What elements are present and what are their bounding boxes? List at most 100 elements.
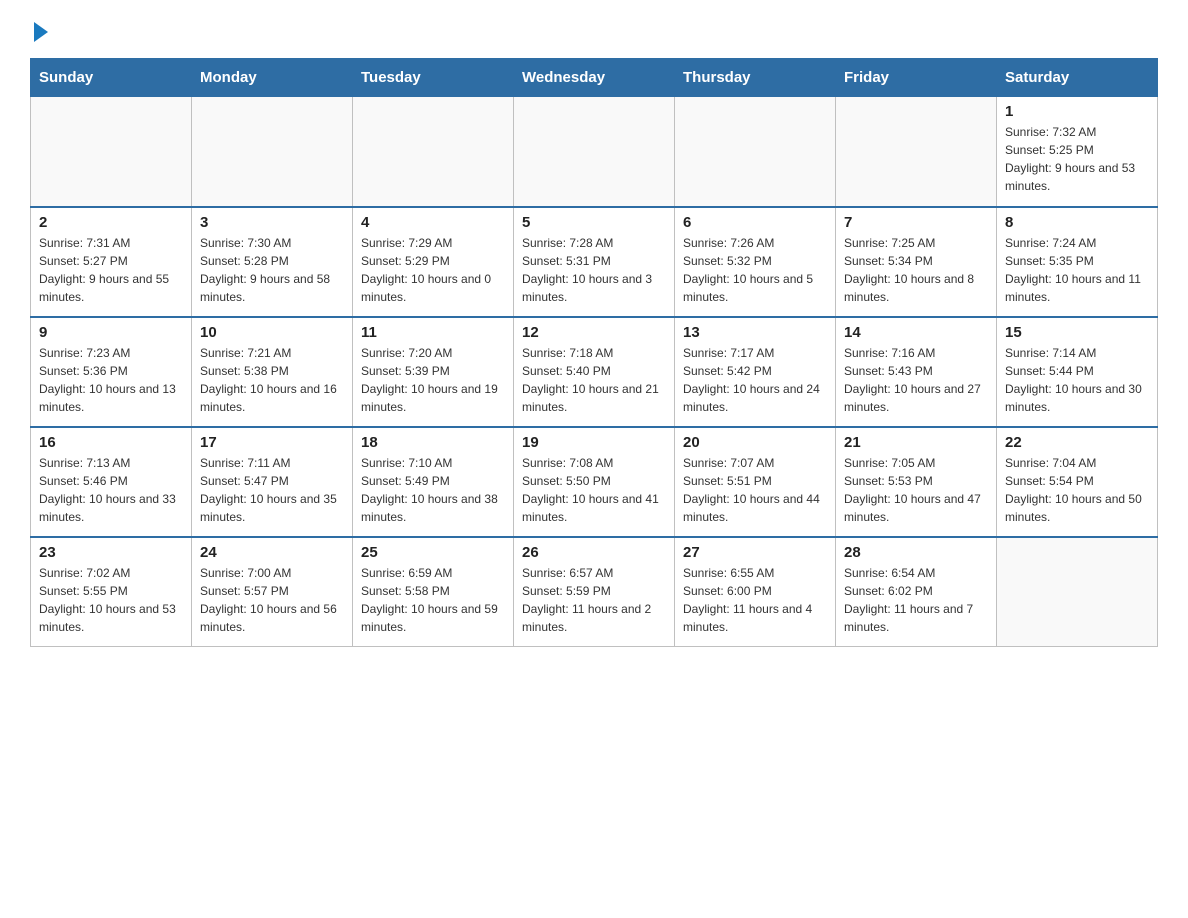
logo <box>30 20 48 40</box>
week-row-2: 2Sunrise: 7:31 AM Sunset: 5:27 PM Daylig… <box>31 207 1158 317</box>
day-number: 23 <box>39 544 183 561</box>
calendar-cell: 24 Sunrise: 7:00 AM Sunset: 5:57 PM Dayli… <box>192 537 353 647</box>
weekday-header-wednesday: Wednesday <box>514 59 675 97</box>
day-info: Sunrise: 7:10 AM Sunset: 5:49 PM Dayligh… <box>361 456 498 524</box>
page-header <box>30 20 1158 40</box>
weekday-header-saturday: Saturday <box>997 59 1158 97</box>
day-number: 18 <box>361 434 505 451</box>
day-info: Sunrise: 7:32 AM Sunset: 5:25 PM Dayligh… <box>1005 125 1135 193</box>
calendar-cell: 3 Sunrise: 7:30 AM Sunset: 5:28 PM Daylig… <box>192 207 353 317</box>
day-number: 11 <box>361 324 505 341</box>
calendar-cell: 27 Sunrise: 6:55 AM Sunset: 6:00 PM Dayli… <box>675 537 836 647</box>
day-info: Sunrise: 7:00 AM Sunset: 5:57 PM Dayligh… <box>200 566 337 634</box>
calendar-cell: 21 Sunrise: 7:05 AM Sunset: 5:53 PM Dayli… <box>836 427 997 537</box>
day-number: 6 <box>683 214 827 231</box>
calendar-cell: 23 Sunrise: 7:02 AM Sunset: 5:55 PM Dayli… <box>31 537 192 647</box>
calendar-cell: 12 Sunrise: 7:18 AM Sunset: 5:40 PM Dayli… <box>514 317 675 427</box>
day-info: Sunrise: 7:20 AM Sunset: 5:39 PM Dayligh… <box>361 346 498 414</box>
week-row-3: 9 Sunrise: 7:23 AM Sunset: 5:36 PM Daylig… <box>31 317 1158 427</box>
calendar-cell: 28 Sunrise: 6:54 AM Sunset: 6:02 PM Dayli… <box>836 537 997 647</box>
day-number: 20 <box>683 434 827 451</box>
calendar-cell <box>836 97 997 207</box>
day-info: Sunrise: 6:54 AM Sunset: 6:02 PM Dayligh… <box>844 566 973 634</box>
day-info: Sunrise: 7:11 AM Sunset: 5:47 PM Dayligh… <box>200 456 337 524</box>
day-info: Sunrise: 7:13 AM Sunset: 5:46 PM Dayligh… <box>39 456 176 524</box>
calendar-cell: 9 Sunrise: 7:23 AM Sunset: 5:36 PM Daylig… <box>31 317 192 427</box>
calendar-cell: 16 Sunrise: 7:13 AM Sunset: 5:46 PM Dayli… <box>31 427 192 537</box>
calendar-cell: 6 Sunrise: 7:26 AM Sunset: 5:32 PM Daylig… <box>675 207 836 317</box>
calendar-cell: 26 Sunrise: 6:57 AM Sunset: 5:59 PM Dayli… <box>514 537 675 647</box>
day-info: Sunrise: 7:24 AM Sunset: 5:35 PM Dayligh… <box>1005 236 1141 304</box>
day-number: 10 <box>200 324 344 341</box>
day-number: 15 <box>1005 324 1149 341</box>
day-info: Sunrise: 7:26 AM Sunset: 5:32 PM Dayligh… <box>683 236 813 304</box>
day-info: Sunrise: 7:21 AM Sunset: 5:38 PM Dayligh… <box>200 346 337 414</box>
day-number: 8 <box>1005 214 1149 231</box>
calendar-cell: 14Sunrise: 7:16 AM Sunset: 5:43 PM Dayli… <box>836 317 997 427</box>
day-info: Sunrise: 6:55 AM Sunset: 6:00 PM Dayligh… <box>683 566 812 634</box>
calendar-cell: 2Sunrise: 7:31 AM Sunset: 5:27 PM Daylig… <box>31 207 192 317</box>
calendar-cell: 22 Sunrise: 7:04 AM Sunset: 5:54 PM Dayli… <box>997 427 1158 537</box>
calendar-cell: 15 Sunrise: 7:14 AM Sunset: 5:44 PM Dayli… <box>997 317 1158 427</box>
day-number: 27 <box>683 544 827 561</box>
day-number: 4 <box>361 214 505 231</box>
weekday-header-sunday: Sunday <box>31 59 192 97</box>
day-info: Sunrise: 7:29 AM Sunset: 5:29 PM Dayligh… <box>361 236 491 304</box>
day-number: 26 <box>522 544 666 561</box>
calendar-cell: 13 Sunrise: 7:17 AM Sunset: 5:42 PM Dayli… <box>675 317 836 427</box>
day-number: 16 <box>39 434 183 451</box>
calendar-cell <box>514 97 675 207</box>
day-number: 5 <box>522 214 666 231</box>
day-info: Sunrise: 7:04 AM Sunset: 5:54 PM Dayligh… <box>1005 456 1142 524</box>
day-number: 19 <box>522 434 666 451</box>
day-number: 28 <box>844 544 988 561</box>
week-row-1: 1 Sunrise: 7:32 AM Sunset: 5:25 PM Daylig… <box>31 97 1158 207</box>
day-number: 1 <box>1005 103 1149 120</box>
week-row-5: 23 Sunrise: 7:02 AM Sunset: 5:55 PM Dayli… <box>31 537 1158 647</box>
day-info: Sunrise: 7:23 AM Sunset: 5:36 PM Dayligh… <box>39 346 176 414</box>
day-number: 7 <box>844 214 988 231</box>
day-number: 13 <box>683 324 827 341</box>
day-info: Sunrise: 7:30 AM Sunset: 5:28 PM Dayligh… <box>200 236 330 304</box>
calendar-cell: 7 Sunrise: 7:25 AM Sunset: 5:34 PM Daylig… <box>836 207 997 317</box>
day-info: Sunrise: 7:14 AM Sunset: 5:44 PM Dayligh… <box>1005 346 1142 414</box>
day-info: Sunrise: 7:02 AM Sunset: 5:55 PM Dayligh… <box>39 566 176 634</box>
day-info: Sunrise: 7:17 AM Sunset: 5:42 PM Dayligh… <box>683 346 820 414</box>
day-info: Sunrise: 7:05 AM Sunset: 5:53 PM Dayligh… <box>844 456 981 524</box>
day-number: 9 <box>39 324 183 341</box>
calendar-cell <box>353 97 514 207</box>
day-number: 25 <box>361 544 505 561</box>
day-info: Sunrise: 7:28 AM Sunset: 5:31 PM Dayligh… <box>522 236 652 304</box>
day-number: 22 <box>1005 434 1149 451</box>
calendar-cell: 18 Sunrise: 7:10 AM Sunset: 5:49 PM Dayli… <box>353 427 514 537</box>
day-info: Sunrise: 7:16 AM Sunset: 5:43 PM Dayligh… <box>844 346 981 414</box>
calendar-cell: 4 Sunrise: 7:29 AM Sunset: 5:29 PM Daylig… <box>353 207 514 317</box>
day-info: Sunrise: 7:25 AM Sunset: 5:34 PM Dayligh… <box>844 236 974 304</box>
logo-arrow-icon <box>34 22 48 42</box>
day-number: 3 <box>200 214 344 231</box>
week-row-4: 16 Sunrise: 7:13 AM Sunset: 5:46 PM Dayli… <box>31 427 1158 537</box>
day-number: 17 <box>200 434 344 451</box>
day-info: Sunrise: 6:59 AM Sunset: 5:58 PM Dayligh… <box>361 566 498 634</box>
weekday-header-row: SundayMondayTuesdayWednesdayThursdayFrid… <box>31 59 1158 97</box>
calendar-cell: 11 Sunrise: 7:20 AM Sunset: 5:39 PM Dayli… <box>353 317 514 427</box>
calendar-cell: 25 Sunrise: 6:59 AM Sunset: 5:58 PM Dayli… <box>353 537 514 647</box>
day-number: 12 <box>522 324 666 341</box>
day-info: Sunrise: 7:08 AM Sunset: 5:50 PM Dayligh… <box>522 456 659 524</box>
calendar-cell: 19 Sunrise: 7:08 AM Sunset: 5:50 PM Dayli… <box>514 427 675 537</box>
calendar-cell: 1 Sunrise: 7:32 AM Sunset: 5:25 PM Daylig… <box>997 97 1158 207</box>
weekday-header-thursday: Thursday <box>675 59 836 97</box>
day-number: 21 <box>844 434 988 451</box>
calendar-cell: 5 Sunrise: 7:28 AM Sunset: 5:31 PM Daylig… <box>514 207 675 317</box>
day-info: Sunrise: 6:57 AM Sunset: 5:59 PM Dayligh… <box>522 566 651 634</box>
calendar-cell: 17 Sunrise: 7:11 AM Sunset: 5:47 PM Dayli… <box>192 427 353 537</box>
weekday-header-monday: Monday <box>192 59 353 97</box>
day-info: Sunrise: 7:07 AM Sunset: 5:51 PM Dayligh… <box>683 456 820 524</box>
weekday-header-friday: Friday <box>836 59 997 97</box>
day-info: Sunrise: 7:31 AM Sunset: 5:27 PM Dayligh… <box>39 236 169 304</box>
day-number: 24 <box>200 544 344 561</box>
day-info: Sunrise: 7:18 AM Sunset: 5:40 PM Dayligh… <box>522 346 659 414</box>
calendar-cell: 20 Sunrise: 7:07 AM Sunset: 5:51 PM Dayli… <box>675 427 836 537</box>
calendar-cell <box>31 97 192 207</box>
calendar-cell: 10 Sunrise: 7:21 AM Sunset: 5:38 PM Dayli… <box>192 317 353 427</box>
